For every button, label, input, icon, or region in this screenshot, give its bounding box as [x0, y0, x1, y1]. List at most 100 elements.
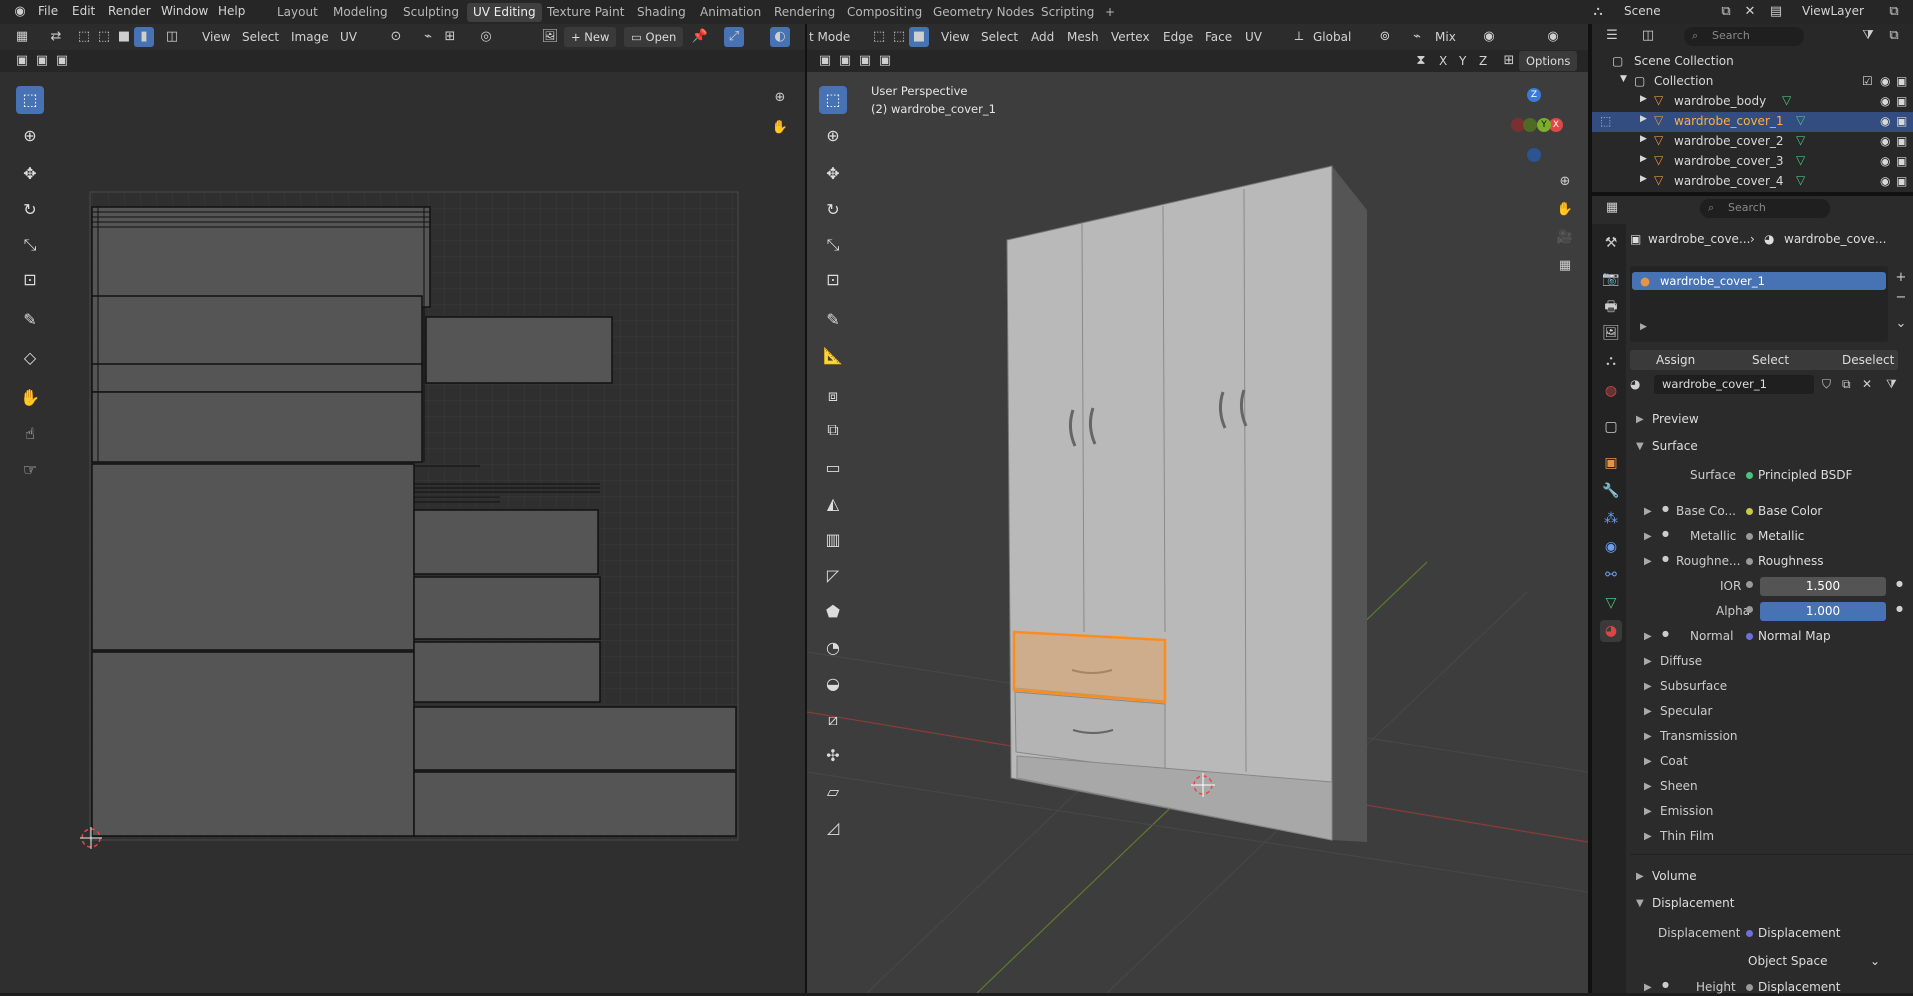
viewport-canvas[interactable]: User Perspective (2) wardrobe_cover_1 Z …	[806, 72, 1589, 994]
loop-cut-tool[interactable]: ▥	[819, 526, 847, 554]
uv-island[interactable]	[91, 463, 415, 651]
filter-icon[interactable]: ⧩	[1858, 26, 1878, 46]
checkbox-icon[interactable]: ☑	[1862, 74, 1873, 88]
island-select-icon[interactable]: ▮	[134, 27, 154, 47]
camera-icon[interactable]: ▣	[1896, 74, 1907, 88]
smooth-tool[interactable]: ◒	[819, 670, 847, 698]
mirror-x[interactable]: X	[1439, 54, 1447, 68]
ortho-toggle-icon[interactable]: ▦	[1555, 256, 1575, 276]
displacement-panel-header[interactable]: Displacement	[1652, 896, 1735, 910]
tab-geometry-nodes[interactable]: Geometry Nodes	[927, 3, 1040, 22]
uv-scale-tool[interactable]: ⤡	[16, 231, 44, 259]
scale-tool[interactable]: ⤡	[819, 231, 847, 259]
uv-menu-uv[interactable]: UV	[340, 30, 357, 44]
metallic-field[interactable]: Metallic	[1740, 527, 1886, 546]
slot-specials-icon[interactable]: ⌄	[1891, 314, 1911, 334]
subpanel-emission[interactable]: Emission	[1660, 804, 1713, 818]
view-layer-tab-icon[interactable]: 🖼	[1600, 322, 1622, 344]
uv-menu-select[interactable]: Select	[242, 30, 279, 44]
select-mode-new-icon[interactable]: ▣	[12, 51, 32, 71]
alpha-field[interactable]: 1.000	[1760, 602, 1886, 621]
pin-icon[interactable]: 📌	[690, 27, 710, 47]
chevron-down-icon[interactable]: ▼	[1636, 898, 1644, 909]
assign-button[interactable]: Assign	[1656, 353, 1695, 367]
mesh-menu[interactable]: Mesh	[1067, 30, 1099, 44]
ior-field[interactable]: 1.500	[1760, 577, 1886, 596]
edge-slide-tool[interactable]: ⧄	[819, 706, 847, 734]
chevron-right-icon[interactable]: ▶	[1644, 556, 1652, 567]
new-scene-icon[interactable]: ⧉	[1716, 2, 1736, 22]
tool-tab-icon[interactable]: ⚒	[1600, 232, 1622, 254]
camera-view-icon[interactable]: 🎥	[1555, 228, 1575, 248]
new-view-layer-icon[interactable]: ⧉	[1884, 2, 1904, 22]
edge-select-icon[interactable]: ⬚	[94, 27, 114, 47]
properties-search[interactable]: ⌕ Search	[1700, 199, 1830, 218]
extrude-tool[interactable]: ⧉	[819, 416, 847, 444]
tab-compositing[interactable]: Compositing	[841, 3, 928, 22]
tab-texture-paint[interactable]: Texture Paint	[541, 3, 630, 22]
navigation-gizmo[interactable]: Z X Y	[1491, 86, 1571, 166]
outliner-row-wardrobe-body[interactable]: ▶ ▽ wardrobe_body ▽ ◉ ▣	[1592, 92, 1913, 112]
uv-island[interactable]	[413, 706, 737, 771]
remove-slot-icon[interactable]: −	[1891, 288, 1911, 308]
uv-relax-tool[interactable]: ☝	[16, 420, 44, 448]
sticky-select-icon[interactable]: ◫	[162, 27, 182, 47]
material-slot-item[interactable]: ● wardrobe_cover_1	[1632, 272, 1886, 290]
add-cube-tool[interactable]: ⧈	[819, 382, 847, 410]
chevron-right-icon[interactable]: ▶	[1640, 154, 1647, 164]
tab-modeling[interactable]: Modeling	[327, 3, 394, 22]
face-menu[interactable]: Face	[1205, 30, 1232, 44]
orientation-selector[interactable]: Global	[1313, 30, 1351, 44]
chevron-right-icon[interactable]: ▶	[1644, 756, 1652, 767]
sync-selection-icon[interactable]: ⇄	[46, 27, 66, 47]
chevron-right-icon[interactable]: ▶	[1640, 134, 1647, 144]
scene-tab-icon[interactable]: ⛬	[1600, 350, 1622, 372]
chevron-right-icon[interactable]: ▶	[1644, 781, 1652, 792]
uv-grab-tool[interactable]: ✋	[16, 384, 44, 412]
mirror-y[interactable]: Y	[1459, 54, 1466, 68]
cursor-tool[interactable]: ⊕	[819, 122, 847, 150]
visibility-icon[interactable]: ◉	[1543, 27, 1563, 47]
normal-field[interactable]: Normal Map	[1740, 627, 1886, 646]
wardrobe-model[interactable]	[1006, 165, 1367, 842]
unlink-icon[interactable]: ✕	[1862, 377, 1872, 391]
options-dropdown[interactable]: Options	[1519, 51, 1578, 71]
new-collection-icon[interactable]: ⧉	[1884, 26, 1904, 46]
snap-target-icon[interactable]: ⊞	[440, 27, 460, 47]
outliner-row-wardrobe-cover-3[interactable]: ▶ ▽ wardrobe_cover_3 ▽ ◉ ▣	[1592, 152, 1913, 172]
eye-icon[interactable]: ◉	[1880, 94, 1890, 108]
tab-animation[interactable]: Animation	[694, 3, 767, 22]
tab-scripting[interactable]: Scripting	[1035, 3, 1100, 22]
pivot-icon[interactable]: ⊚	[1375, 27, 1395, 47]
uv-menu-view[interactable]: View	[202, 30, 230, 44]
outliner-editor-icon[interactable]: ☰	[1602, 26, 1622, 46]
add-slot-icon[interactable]: +	[1891, 268, 1911, 288]
uv-island[interactable]	[413, 771, 737, 837]
uv-island[interactable]	[91, 391, 423, 463]
overlay-icon[interactable]: ◐	[770, 27, 790, 47]
scene-selector[interactable]: Scene	[1624, 4, 1661, 18]
vertex-mode-icon[interactable]: ⬚	[869, 27, 889, 47]
proportional-edit-icon[interactable]: ◎	[476, 27, 496, 47]
camera-icon[interactable]: ▣	[1896, 94, 1907, 108]
uv-sync-icon[interactable]: ⤢	[724, 27, 744, 47]
display-mode-icon[interactable]: ◫	[1638, 26, 1658, 46]
deselect-button[interactable]: Deselect	[1842, 353, 1894, 367]
node-link-icon[interactable]: ⧩	[1886, 377, 1897, 392]
mirror-z[interactable]: Z	[1479, 54, 1487, 68]
roughness-field[interactable]: Roughness	[1740, 552, 1886, 571]
chevron-right-icon[interactable]: ▶	[1644, 531, 1652, 542]
viewport-pan-icon[interactable]: ✋	[1555, 200, 1575, 220]
select-box-tool[interactable]: ⬚	[819, 86, 847, 114]
camera-icon[interactable]: ▣	[1896, 174, 1907, 188]
height-field[interactable]: Displacement	[1740, 978, 1886, 994]
gizmo-z[interactable]: Z	[1527, 88, 1541, 102]
uv-island[interactable]	[413, 576, 601, 640]
face-mode-icon[interactable]: ■	[909, 27, 929, 47]
select-invert-icon[interactable]: ▣	[875, 51, 895, 71]
chevron-right-icon[interactable]: ▶	[1644, 681, 1652, 692]
subpanel-coat[interactable]: Coat	[1660, 754, 1688, 768]
poly-build-tool[interactable]: ⬟	[819, 598, 847, 626]
chevron-right-icon[interactable]: ▶	[1644, 982, 1652, 993]
displacement-field[interactable]: Displacement	[1740, 924, 1886, 943]
